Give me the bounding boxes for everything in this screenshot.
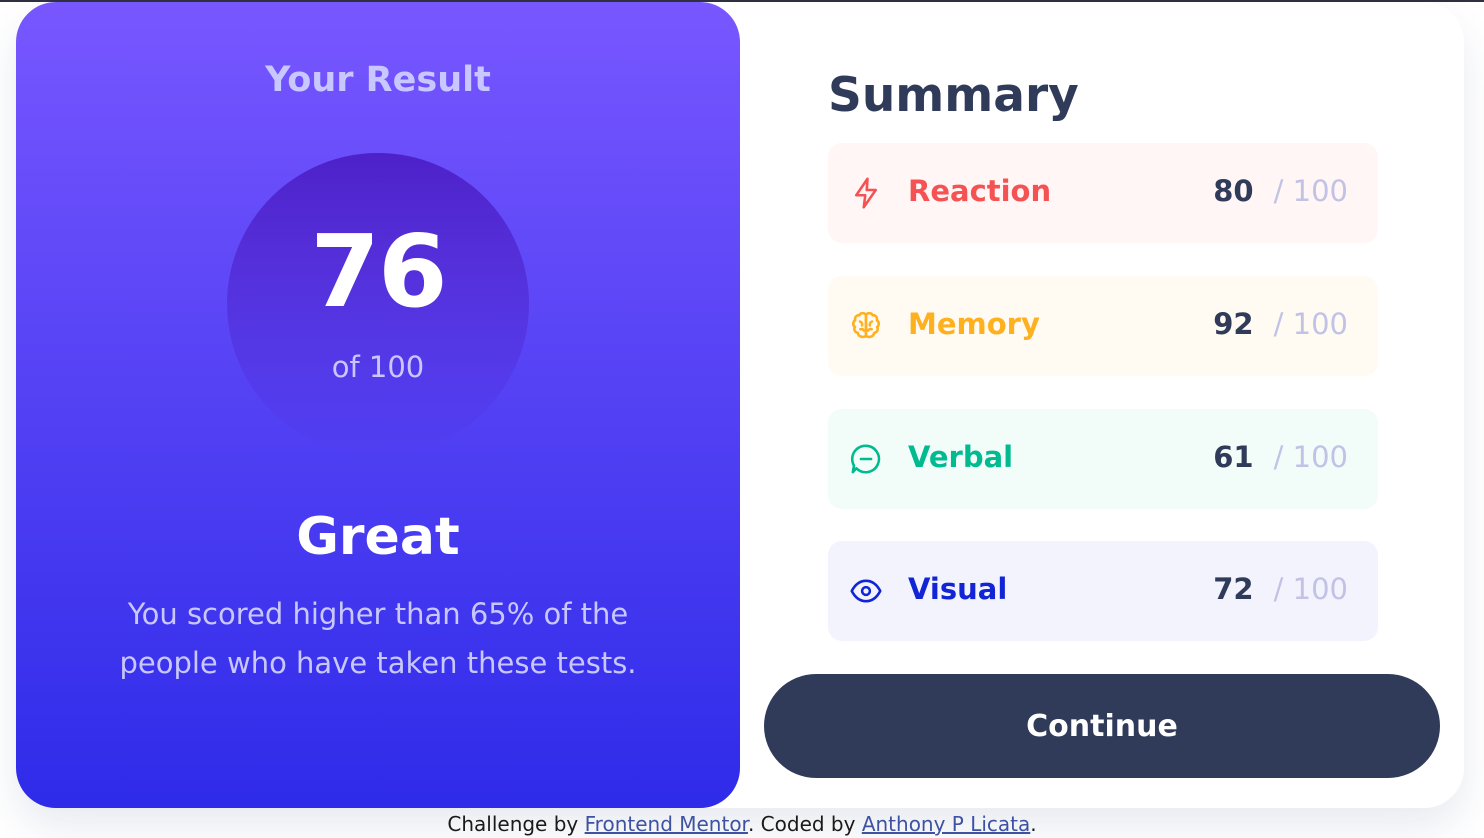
summary-item-label: Visual xyxy=(908,572,1008,606)
attribution-middle: . Coded by xyxy=(747,812,856,836)
result-panel: Your Result 76 of 100 Great You scored h… xyxy=(16,2,740,808)
summary-heading: Summary xyxy=(828,68,1079,123)
result-heading: Your Result xyxy=(265,60,491,100)
attribution-suffix: . xyxy=(1030,812,1037,836)
summary-item-score-max: / 100 xyxy=(1273,174,1348,208)
author-link[interactable]: Anthony P Licata xyxy=(862,812,1030,836)
summary-item-score-value: 72 xyxy=(1213,572,1254,606)
chat-bubble-icon xyxy=(848,441,884,477)
summary-item-memory[interactable]: Memory 92 / 100 xyxy=(828,276,1378,376)
summary-item-score-value: 61 xyxy=(1213,440,1254,474)
brain-icon xyxy=(848,308,884,344)
summary-item-score-value: 92 xyxy=(1213,307,1254,341)
score-value: 76 xyxy=(310,213,447,330)
summary-item-visual[interactable]: Visual 72 / 100 xyxy=(828,541,1378,641)
summary-item-label: Reaction xyxy=(908,174,1052,208)
attribution: Challenge by Frontend Mentor. Coded by A… xyxy=(0,812,1484,836)
lightning-icon xyxy=(848,175,884,211)
eye-icon xyxy=(848,573,884,609)
summary-item-score-max: / 100 xyxy=(1273,572,1348,606)
score-out-of: of 100 xyxy=(331,350,425,384)
summary-item-label: Verbal xyxy=(908,440,1014,474)
summary-item-score-max: / 100 xyxy=(1273,307,1348,341)
grade-label: Great xyxy=(296,507,460,567)
summary-item-score: 72 / 100 xyxy=(1213,572,1348,606)
summary-item-score: 61 / 100 xyxy=(1213,440,1348,474)
summary-item-score: 92 / 100 xyxy=(1213,307,1348,341)
summary-item-score: 80 / 100 xyxy=(1213,174,1348,208)
summary-item-verbal[interactable]: Verbal 61 / 100 xyxy=(828,409,1378,509)
continue-button[interactable]: Continue xyxy=(764,674,1440,778)
summary-item-label: Memory xyxy=(908,307,1040,341)
score-circle: 76 of 100 xyxy=(227,153,529,455)
summary-item-score-max: / 100 xyxy=(1273,440,1348,474)
frontend-mentor-link[interactable]: Frontend Mentor xyxy=(585,812,748,836)
summary-item-reaction[interactable]: Reaction 80 / 100 xyxy=(828,143,1378,243)
result-description: You scored higher than 65% of the people… xyxy=(119,597,637,680)
summary-item-score-value: 80 xyxy=(1213,174,1254,208)
attribution-prefix: Challenge by xyxy=(447,812,579,836)
